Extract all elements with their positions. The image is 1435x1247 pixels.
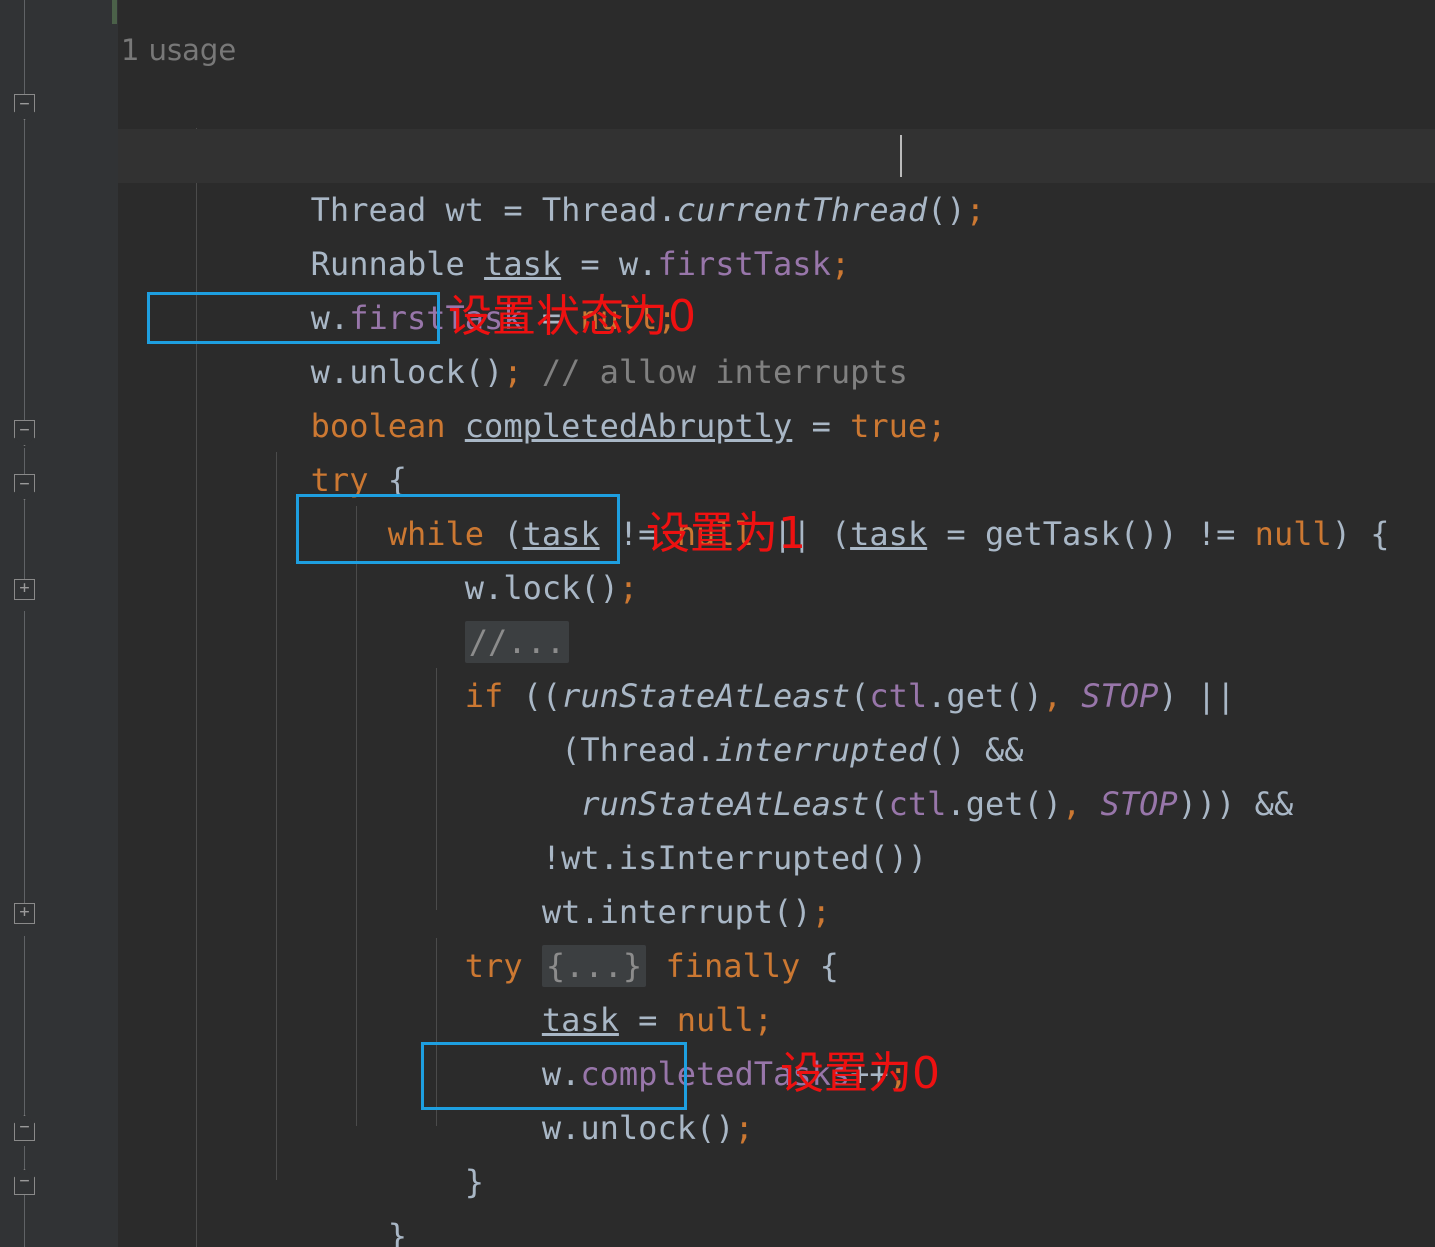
note-set-state-to-0: 设置状态为0 [448, 291, 696, 342]
code-line[interactable]: while (task != null || (task = getTask()… [118, 453, 1435, 553]
fold-guide-line [24, 936, 25, 1126]
code-line[interactable]: completedAbruptly = false; [118, 1209, 1435, 1247]
editor-fold-gutter[interactable] [48, 0, 118, 1247]
code-line[interactable]: boolean completedAbruptly = true; [118, 345, 1435, 445]
fold-start-icon[interactable]: − [14, 94, 35, 120]
fold-icon-glyph: − [19, 1117, 30, 1137]
code-line[interactable]: wt.interrupt(); [118, 831, 1435, 931]
code-line[interactable]: if ((runStateAtLeast(ctl.get(), STOP) || [118, 615, 1435, 715]
code-line[interactable]: try { [118, 399, 1435, 499]
code-line[interactable]: runStateAtLeast(ctl.get(), STOP))) && [118, 723, 1435, 823]
text-caret [900, 135, 902, 177]
fold-guide-line [24, 611, 25, 916]
code-line[interactable]: } [118, 1155, 1435, 1247]
code-line[interactable]: Runnable task = w.firstTask; [118, 183, 1435, 283]
fold-guide-line [24, 500, 25, 590]
code-line[interactable]: w.completedTasks++; [118, 993, 1435, 1093]
fold-start-icon[interactable]: − [14, 474, 35, 500]
fold-icon-glyph: − [19, 1171, 30, 1191]
code-line[interactable]: w.unlock(); // allow interrupts [118, 291, 1435, 391]
fold-end-icon[interactable]: − [14, 1115, 35, 1141]
fold-expand-icon[interactable]: + [14, 578, 35, 600]
fold-icon-glyph: − [19, 474, 30, 494]
fold-icon-glyph: − [19, 94, 30, 114]
fold-guide-line [24, 0, 25, 96]
code-line[interactable]: } [118, 1101, 1435, 1201]
fold-icon-glyph: + [19, 578, 30, 598]
code-line[interactable]: try {...} finally { [118, 885, 1435, 987]
vcs-change-marker[interactable] [112, 0, 117, 24]
fold-guide-line [24, 118, 25, 428]
code-editor-screenshot: − − − + + − − 1 usage final void runWork… [0, 0, 1435, 1247]
fold-icon-glyph: − [19, 420, 30, 440]
fold-start-icon[interactable]: − [14, 420, 35, 446]
code-line[interactable]: w.firstTask = null; [118, 237, 1435, 337]
fold-icon-glyph: + [19, 902, 30, 922]
code-line[interactable]: w.unlock(); [118, 1047, 1435, 1147]
note-set-to-0: 设置为0 [780, 1048, 940, 1099]
fold-end-icon[interactable]: − [14, 1169, 35, 1195]
fold-expand-icon[interactable]: + [14, 902, 35, 924]
code-line[interactable]: (Thread.interrupted() && [118, 669, 1435, 769]
note-set-to-1: 设置为1 [646, 508, 806, 559]
code-line[interactable]: task = null; [118, 939, 1435, 1039]
code-line[interactable]: !wt.isInterrupted()) [118, 777, 1435, 877]
fold-guide-line [24, 1146, 25, 1247]
code-line[interactable]: //... [118, 561, 1435, 663]
usage-hint[interactable]: 1 usage [121, 27, 236, 73]
code-line[interactable]: final void runWorker(Worker w) { [118, 75, 1435, 175]
code-content[interactable]: 1 usage final void runWorker(Worker w) {… [118, 0, 1435, 1247]
code-line[interactable]: Thread wt = Thread.currentThread(); [118, 129, 1435, 229]
